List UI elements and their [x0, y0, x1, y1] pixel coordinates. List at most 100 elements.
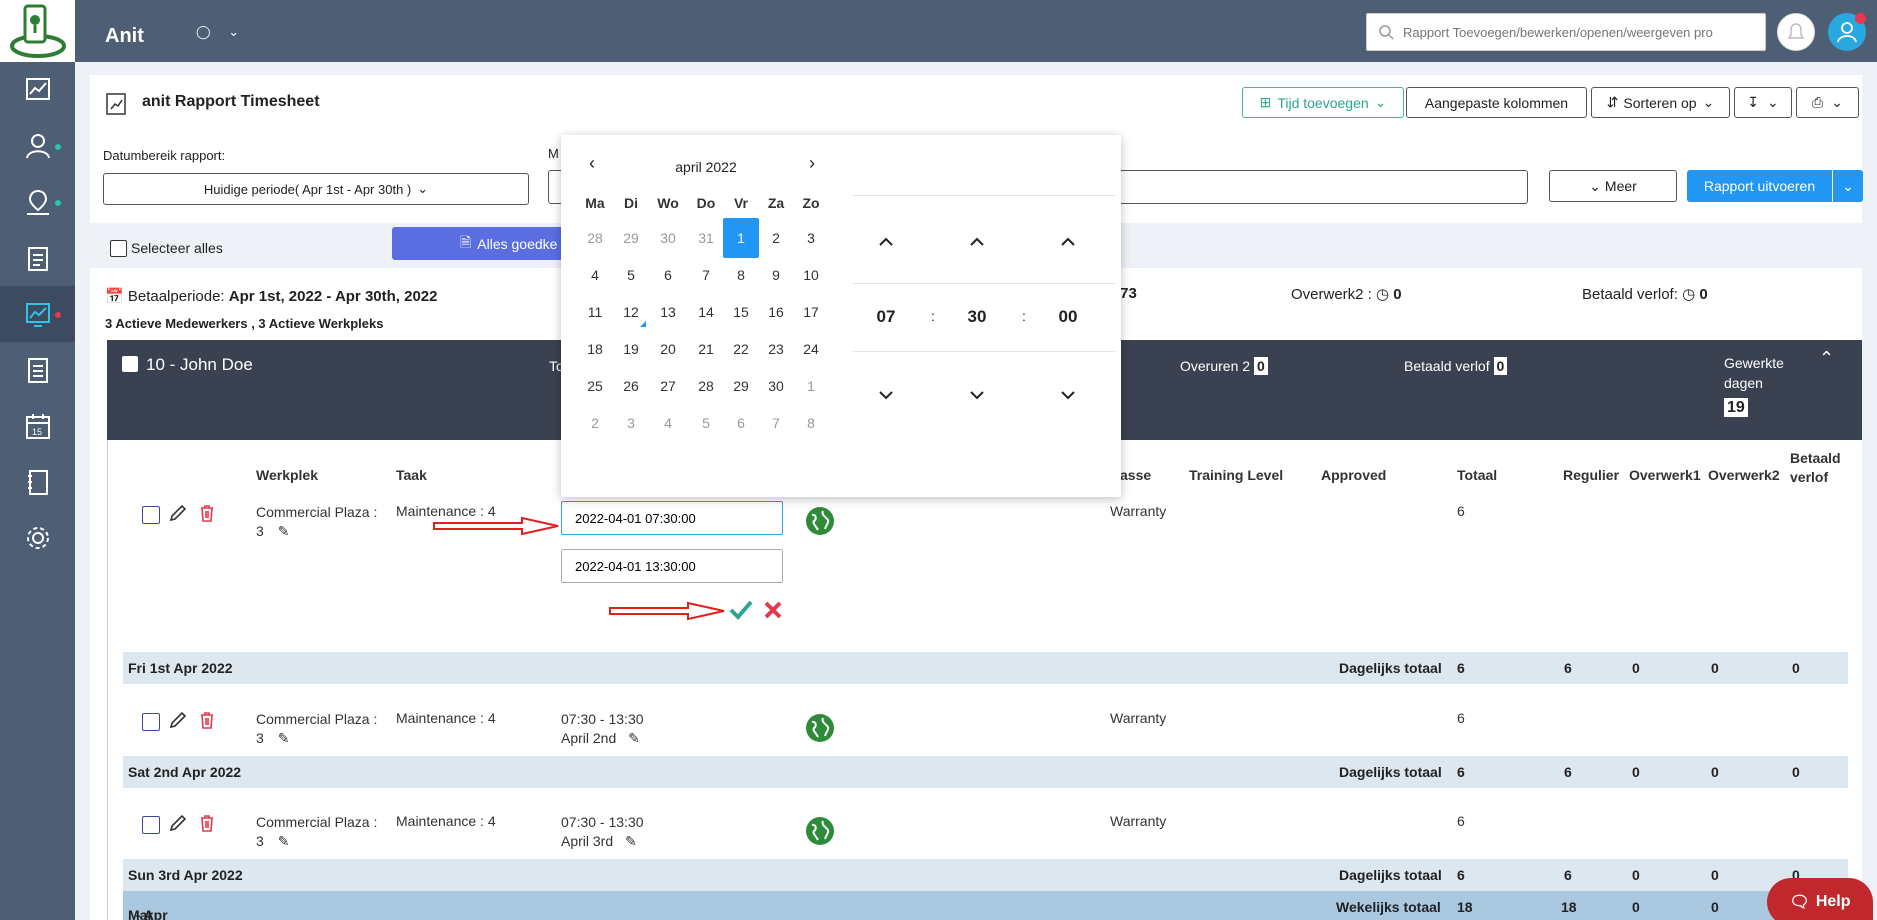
calendar-day[interactable]: 14	[688, 292, 724, 332]
row-checkbox[interactable]	[142, 713, 160, 731]
calendar-day[interactable]: 5	[613, 255, 649, 295]
more-button[interactable]: ⌄ Meer	[1549, 170, 1677, 202]
calendar-day[interactable]: 4	[577, 255, 613, 295]
profile-button[interactable]	[1828, 13, 1866, 51]
hour-down-icon[interactable]	[866, 385, 906, 405]
row-checkbox[interactable]	[142, 816, 160, 834]
calendar-day[interactable]: 16	[758, 292, 794, 332]
add-time-button[interactable]: ⊞ Tijd toevoegen ⌄	[1242, 87, 1404, 118]
edit-icon[interactable]: ✎	[278, 833, 290, 849]
end-datetime-input[interactable]	[561, 549, 783, 583]
calendar-day[interactable]: 28	[577, 218, 613, 258]
approve-all-button[interactable]: 🗎 Alles goedke	[392, 227, 572, 260]
calendar-day[interactable]: 23	[758, 329, 794, 369]
calendar-day[interactable]: 13	[650, 292, 686, 332]
calendar-day[interactable]: 6	[650, 255, 686, 295]
calendar-day[interactable]: 10	[793, 255, 829, 295]
calendar-day[interactable]: 28	[688, 366, 724, 406]
calendar-day[interactable]: 30	[650, 218, 686, 258]
edit-icon[interactable]: ✎	[625, 833, 637, 849]
edit-icon[interactable]: ✎	[628, 730, 640, 746]
calendar-day[interactable]: 25	[577, 366, 613, 406]
sidebar-item-locations[interactable]	[0, 174, 75, 230]
second-up-icon[interactable]	[1048, 231, 1088, 251]
notification-button[interactable]	[1777, 13, 1815, 51]
chevron-down-icon[interactable]: ⌄	[1832, 170, 1863, 202]
select-all-checkbox[interactable]	[110, 240, 127, 257]
edit-icon[interactable]: ✎	[278, 730, 290, 746]
hour-value[interactable]: 07	[866, 307, 906, 327]
calendar-day[interactable]: 4	[650, 403, 686, 443]
date-range-select[interactable]: Huidige periode( Apr 1st - Apr 30th ) ⌄	[103, 173, 529, 205]
calendar-day[interactable]: 29	[613, 218, 649, 258]
calendar-day[interactable]: 3	[793, 218, 829, 258]
calendar-day-selected[interactable]: 1	[723, 218, 759, 258]
sidebar-item-schedule[interactable]	[0, 230, 75, 286]
sidebar-item-settings[interactable]	[0, 510, 75, 566]
calendar-day[interactable]: 31	[688, 218, 724, 258]
search-input[interactable]	[1366, 13, 1766, 51]
calendar-day[interactable]: 2	[758, 218, 794, 258]
app-logo[interactable]	[0, 0, 75, 62]
calendar-day[interactable]: 30	[758, 366, 794, 406]
calendar-day[interactable]: 5	[688, 403, 724, 443]
calendar-day[interactable]: 8	[723, 255, 759, 295]
employee-checkbox[interactable]	[122, 356, 138, 372]
start-datetime-input[interactable]	[561, 501, 783, 535]
trash-icon[interactable]	[197, 710, 217, 730]
calendar-day[interactable]: 2	[577, 403, 613, 443]
calendar-day[interactable]: 11	[577, 292, 613, 332]
calendar-day[interactable]: 18	[577, 329, 613, 369]
trash-icon[interactable]	[197, 503, 217, 523]
collapse-icon[interactable]: ⌃	[1819, 348, 1834, 369]
hour-up-icon[interactable]	[866, 231, 906, 251]
download-button[interactable]: ↧ ⌄	[1734, 87, 1792, 118]
minute-down-icon[interactable]	[957, 385, 997, 405]
second-value[interactable]: 00	[1048, 307, 1088, 327]
run-report-button[interactable]: Rapport uitvoeren ⌄	[1687, 170, 1863, 202]
second-down-icon[interactable]	[1048, 385, 1088, 405]
calendar-day[interactable]: 17	[793, 292, 829, 332]
row-checkbox[interactable]	[142, 506, 160, 524]
calendar-day[interactable]: 27	[650, 366, 686, 406]
confirm-check-icon[interactable]	[728, 598, 754, 622]
calendar-day[interactable]: 22	[723, 329, 759, 369]
calendar-day[interactable]: 6	[723, 403, 759, 443]
calendar-day[interactable]: 8	[793, 403, 829, 443]
calendar-day[interactable]: 26	[613, 366, 649, 406]
sidebar-item-reports[interactable]	[0, 286, 75, 342]
calendar-day[interactable]: 7	[688, 255, 724, 295]
pencil-icon[interactable]	[168, 503, 188, 523]
next-month-icon[interactable]: ›	[809, 153, 815, 174]
calendar-day[interactable]: 7	[758, 403, 794, 443]
trash-icon[interactable]	[197, 813, 217, 833]
calendar-day[interactable]: 20	[650, 329, 686, 369]
sidebar-item-dashboard[interactable]	[0, 62, 75, 118]
cancel-x-icon[interactable]	[762, 599, 784, 621]
minute-value[interactable]: 30	[957, 307, 997, 327]
custom-columns-button[interactable]: Aangepaste kolommen	[1406, 87, 1587, 118]
currency-switcher[interactable]: ◯ ⌄	[196, 24, 239, 40]
help-button[interactable]: 🗨 Help	[1767, 878, 1873, 920]
calendar-day[interactable]: 9	[758, 255, 794, 295]
sort-button[interactable]: ⇵ Sorteren op ⌄	[1591, 87, 1730, 118]
calendar-day[interactable]: 24	[793, 329, 829, 369]
globe-icon[interactable]	[805, 506, 835, 536]
calendar-day[interactable]: 19	[613, 329, 649, 369]
sidebar-item-notebook[interactable]	[0, 454, 75, 510]
globe-icon[interactable]	[805, 713, 835, 743]
calendar-day[interactable]: 15	[723, 292, 759, 332]
minute-up-icon[interactable]	[957, 231, 997, 251]
pencil-icon[interactable]	[168, 710, 188, 730]
sidebar-item-employees[interactable]	[0, 118, 75, 174]
pencil-icon[interactable]	[168, 813, 188, 833]
calendar-day[interactable]: 21	[688, 329, 724, 369]
print-button[interactable]: ⎙ ⌄	[1796, 87, 1859, 118]
calendar-day[interactable]: 1	[793, 366, 829, 406]
edit-icon[interactable]: ✎	[278, 523, 290, 539]
globe-icon[interactable]	[805, 816, 835, 846]
calendar-day[interactable]: 3	[613, 403, 649, 443]
sidebar-item-documents[interactable]	[0, 342, 75, 398]
sidebar-item-calendar[interactable]: 15	[0, 398, 75, 454]
calendar-day[interactable]: 29	[723, 366, 759, 406]
